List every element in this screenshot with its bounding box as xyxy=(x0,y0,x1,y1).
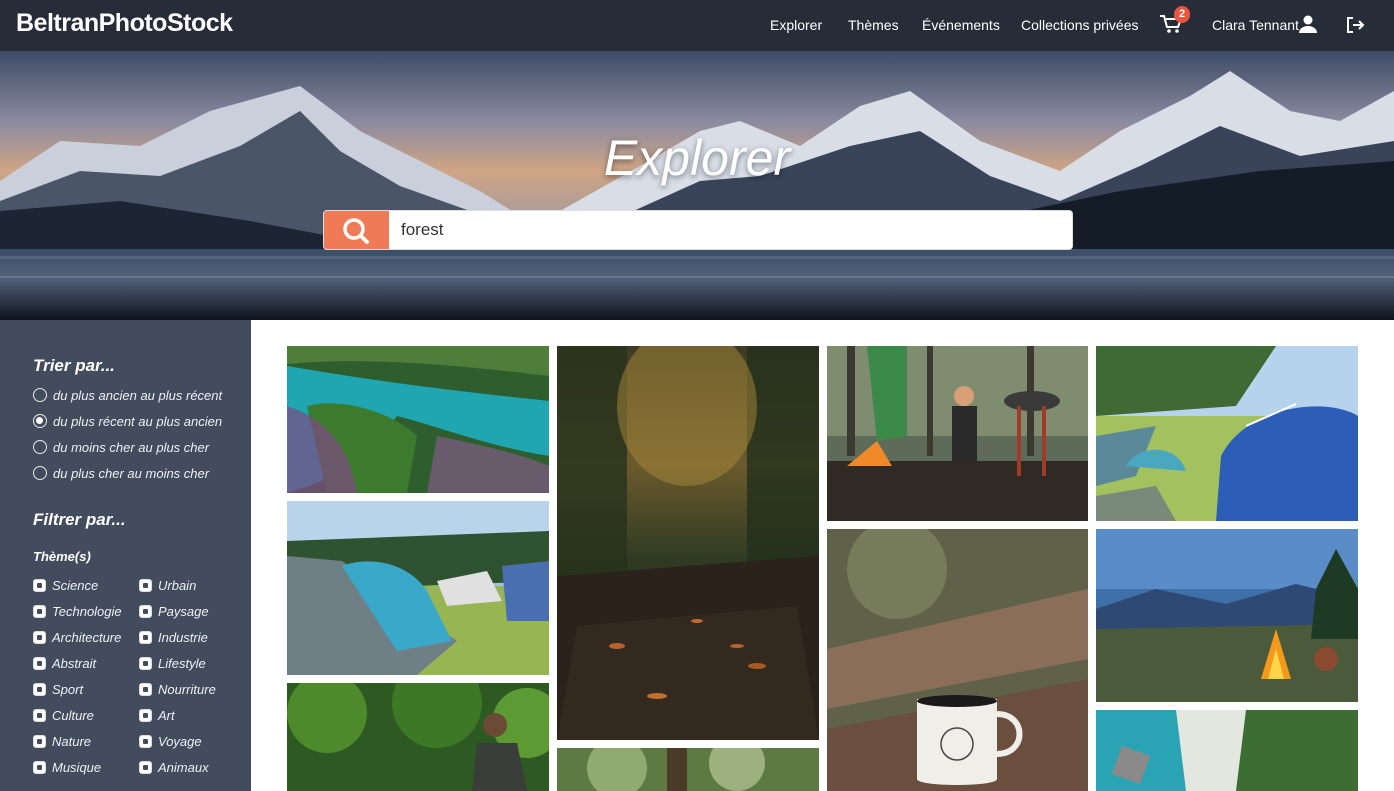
sort-option-most-expensive-first[interactable]: du plus cher au moins cher xyxy=(33,466,209,484)
sort-option-cheapest-first[interactable]: du moins cher au plus cher xyxy=(33,440,209,458)
theme-animaux[interactable]: Animaux xyxy=(139,760,209,778)
theme-nourriture[interactable]: Nourriture xyxy=(139,682,216,700)
theme-science[interactable]: Science xyxy=(33,578,98,596)
checkbox[interactable] xyxy=(139,709,152,722)
themes-label: Thème(s) xyxy=(33,549,91,564)
photo-campfire-friends[interactable] xyxy=(827,346,1088,521)
checkbox[interactable] xyxy=(139,683,152,696)
nav-explorer[interactable]: Explorer xyxy=(770,17,822,33)
logout-icon[interactable] xyxy=(1345,15,1365,35)
photo-mountain-campfire[interactable] xyxy=(1096,529,1358,702)
theme-lifestyle[interactable]: Lifestyle xyxy=(139,656,206,674)
checkbox[interactable] xyxy=(33,657,46,670)
theme-culture[interactable]: Culture xyxy=(33,708,94,726)
theme-sport[interactable]: Sport xyxy=(33,682,83,700)
top-navbar: BeltranPhotoStock Explorer Thèmes Événem… xyxy=(0,0,1394,51)
photo-aerial-beach[interactable] xyxy=(1096,710,1358,791)
checkbox[interactable] xyxy=(139,761,152,774)
search-icon xyxy=(343,218,369,244)
user-icon[interactable] xyxy=(1298,14,1318,34)
checkbox[interactable] xyxy=(139,605,152,618)
radio-icon[interactable] xyxy=(33,388,47,402)
checkbox[interactable] xyxy=(139,657,152,670)
sort-option-label: du plus récent au plus ancien xyxy=(53,414,223,429)
sort-heading: Trier par... xyxy=(33,356,115,375)
filter-heading: Filtrer par... xyxy=(33,510,126,529)
checkbox[interactable] xyxy=(139,579,152,592)
nav-evenements[interactable]: Événements xyxy=(922,17,1000,33)
theme-industrie[interactable]: Industrie xyxy=(139,630,208,648)
theme-musique[interactable]: Musique xyxy=(33,760,101,778)
photo-aerial-lagoon[interactable] xyxy=(287,346,549,493)
checkbox[interactable] xyxy=(33,605,46,618)
checkbox[interactable] xyxy=(33,631,46,644)
theme-paysage[interactable]: Paysage xyxy=(139,604,209,622)
photo-tent-field[interactable] xyxy=(1096,346,1358,521)
brand-logo[interactable]: BeltranPhotoStock xyxy=(16,9,233,38)
checkbox[interactable] xyxy=(33,761,46,774)
cart-count-badge: 2 xyxy=(1174,6,1190,23)
page-title: Explorer xyxy=(603,130,791,186)
theme-technologie[interactable]: Technologie xyxy=(33,604,122,622)
checkbox[interactable] xyxy=(139,735,152,748)
nav-themes[interactable]: Thèmes xyxy=(848,17,899,33)
search-button[interactable] xyxy=(324,211,389,249)
sort-option-oldest-first[interactable]: du plus ancien au plus récent xyxy=(33,388,222,406)
radio-selected-icon[interactable] xyxy=(33,414,47,428)
checkbox[interactable] xyxy=(33,709,46,722)
theme-voyage[interactable]: Voyage xyxy=(139,734,202,752)
sort-option-label: du plus cher au moins cher xyxy=(53,466,210,481)
theme-urbain[interactable]: Urbain xyxy=(139,578,196,596)
user-name[interactable]: Clara Tennant xyxy=(1212,17,1299,33)
checkbox[interactable] xyxy=(139,631,152,644)
radio-icon[interactable] xyxy=(33,440,47,454)
search-bar xyxy=(323,210,1073,250)
photo-mug-on-log[interactable] xyxy=(827,529,1088,791)
filter-sidebar: Trier par... du plus ancien au plus réce… xyxy=(0,320,251,791)
search-input[interactable] xyxy=(389,211,1072,249)
sort-option-newest-first[interactable]: du plus récent au plus ancien xyxy=(33,414,222,432)
checkbox[interactable] xyxy=(33,735,46,748)
theme-nature[interactable]: Nature xyxy=(33,734,91,752)
theme-art[interactable]: Art xyxy=(139,708,175,726)
photo-camping-tents[interactable] xyxy=(287,501,549,675)
theme-architecture[interactable]: Architecture xyxy=(33,630,121,648)
checkbox[interactable] xyxy=(33,579,46,592)
checkbox[interactable] xyxy=(33,683,46,696)
hero-banner: Explorer xyxy=(0,51,1394,320)
photo-blurry-trees[interactable] xyxy=(557,748,819,791)
theme-abstrait[interactable]: Abstrait xyxy=(33,656,96,674)
nav-collections-privees[interactable]: Collections privées xyxy=(1021,17,1139,33)
sort-option-label: du moins cher au plus cher xyxy=(53,440,210,455)
sort-option-label: du plus ancien au plus récent xyxy=(53,388,223,403)
photo-forest-path[interactable] xyxy=(557,346,819,740)
photo-hiker-jungle[interactable] xyxy=(287,683,549,791)
radio-icon[interactable] xyxy=(33,466,47,480)
